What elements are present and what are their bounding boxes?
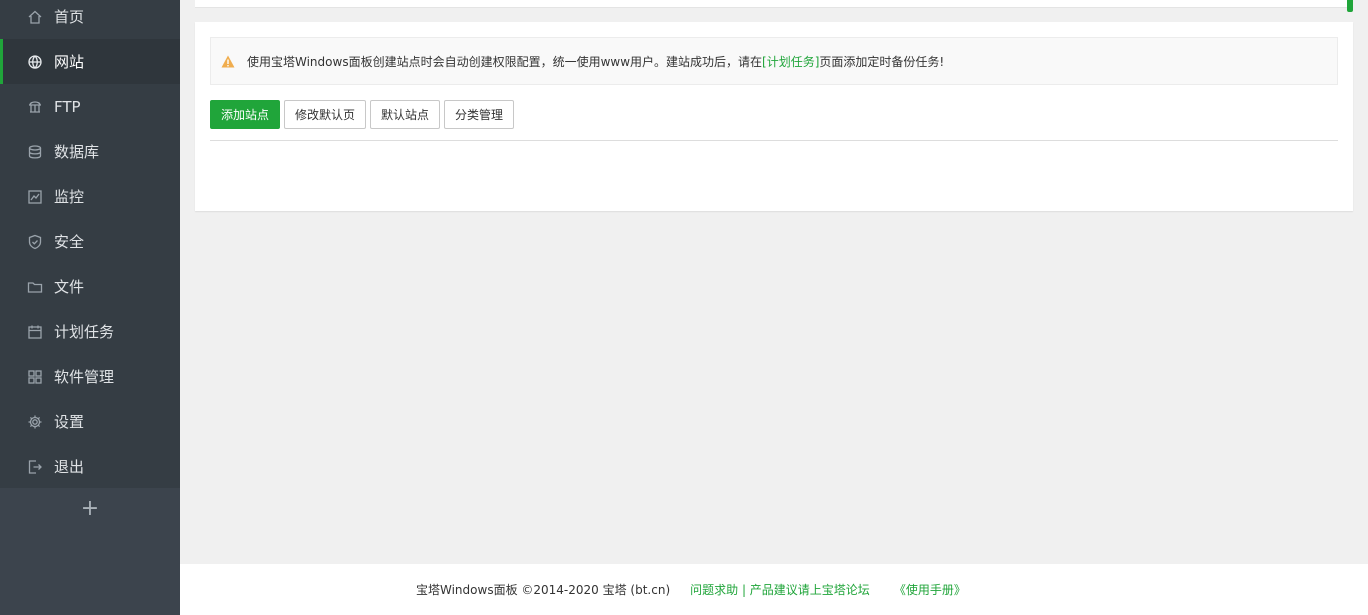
home-icon	[27, 9, 43, 25]
manual-link[interactable]: 《使用手册》	[894, 581, 966, 598]
sidebar-nav: 首页 网站 FTP 数据库 监控 安全 文件 计划任务 软件管理 设置 退出	[0, 0, 180, 488]
sidebar-item-label: 数据库	[54, 143, 100, 161]
table-divider	[210, 140, 1338, 141]
sidebar: 首页 网站 FTP 数据库 监控 安全 文件 计划任务 软件管理 设置 退出 +	[0, 0, 180, 615]
sidebar-item-website[interactable]: 网站	[0, 39, 180, 84]
sidebar-item-ftp[interactable]: FTP	[0, 84, 180, 129]
add-menu-button[interactable]: +	[0, 488, 180, 528]
footer: 宝塔Windows面板 ©2014-2020 宝塔 (bt.cn) 问题求助 |…	[180, 564, 1368, 615]
folder-icon	[27, 279, 43, 295]
category-manage-button[interactable]: 分类管理	[444, 100, 515, 129]
notice-text-end: 页面添加定时备份任务!	[819, 54, 945, 69]
sidebar-item-settings[interactable]: 设置	[0, 399, 180, 444]
sidebar-item-label: FTP	[54, 97, 81, 116]
sidebar-item-label: 计划任务	[54, 323, 115, 341]
sidebar-item-label: 网站	[54, 53, 85, 71]
add-site-button[interactable]: 添加站点	[210, 100, 281, 129]
sidebar-item-label: 首页	[54, 8, 85, 26]
database-icon	[27, 144, 43, 160]
monitor-icon	[27, 189, 43, 205]
default-site-button[interactable]: 默认站点	[370, 100, 441, 129]
globe-icon	[27, 54, 43, 70]
sidebar-item-label: 监控	[54, 188, 85, 206]
sidebar-item-cron[interactable]: 计划任务	[0, 309, 180, 354]
sidebar-item-label: 退出	[54, 458, 85, 476]
calendar-icon	[27, 324, 43, 340]
sidebar-item-files[interactable]: 文件	[0, 264, 180, 309]
sidebar-item-software[interactable]: 软件管理	[0, 354, 180, 399]
sidebar-item-label: 设置	[54, 413, 85, 431]
sidebar-item-database[interactable]: 数据库	[0, 129, 180, 174]
logout-icon	[27, 459, 43, 475]
top-panel	[195, 0, 1353, 12]
sidebar-item-label: 文件	[54, 278, 85, 296]
forum-link[interactable]: 问题求助 | 产品建议请上宝塔论坛	[690, 581, 870, 598]
sidebar-item-security[interactable]: 安全	[0, 219, 180, 264]
scroll-indicator	[1347, 0, 1353, 12]
info-notice: 使用宝塔Windows面板创建站点时会自动创建权限配置，统一使用www用户。建站…	[210, 37, 1338, 85]
sidebar-item-label: 软件管理	[54, 368, 115, 386]
warning-icon	[221, 55, 235, 67]
sidebar-item-label: 安全	[54, 233, 85, 251]
shield-icon	[27, 234, 43, 250]
copyright-text: 宝塔Windows面板 ©2014-2020 宝塔 (bt.cn)	[416, 583, 671, 597]
site-panel: 使用宝塔Windows面板创建站点时会自动创建权限配置，统一使用www用户。建站…	[195, 22, 1353, 211]
ftp-icon	[27, 99, 43, 115]
sidebar-item-monitor[interactable]: 监控	[0, 174, 180, 219]
gear-icon	[27, 414, 43, 430]
apps-icon	[27, 369, 43, 385]
toolbar: 添加站点 修改默认页 默认站点 分类管理	[210, 100, 515, 129]
notice-text: 使用宝塔Windows面板创建站点时会自动创建权限配置，统一使用www用户。建站…	[247, 54, 763, 69]
cron-task-link[interactable]: [计划任务]	[762, 53, 819, 70]
sidebar-item-logout[interactable]: 退出	[0, 444, 180, 489]
edit-default-page-button[interactable]: 修改默认页	[284, 100, 367, 129]
sidebar-item-home[interactable]: 首页	[0, 0, 180, 39]
